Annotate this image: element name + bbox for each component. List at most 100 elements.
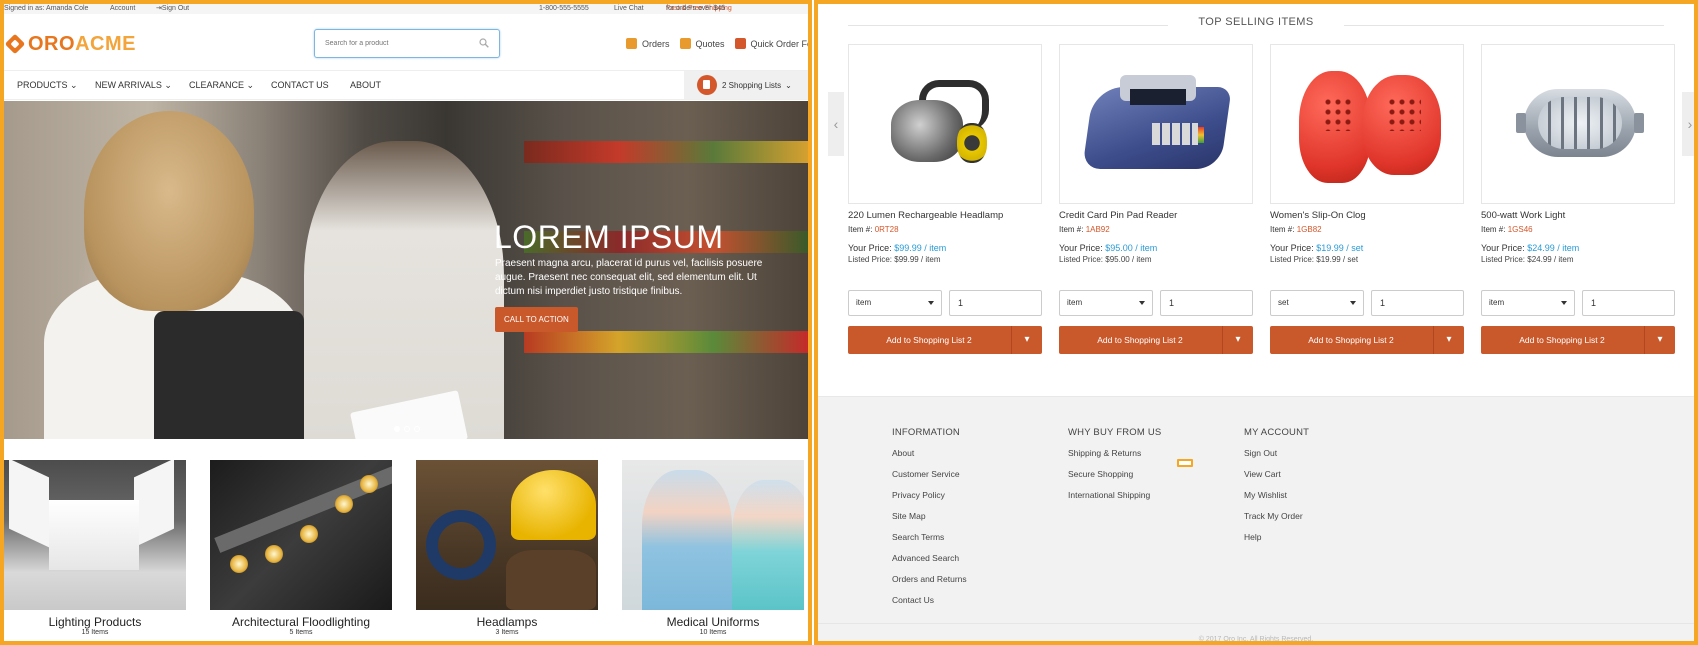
hero-title: LOREM IPSUM: [494, 219, 724, 255]
search-icon[interactable]: [479, 38, 489, 48]
search-input[interactable]: [315, 30, 465, 57]
quotes-link[interactable]: Quotes: [679, 38, 725, 49]
product-image-clog[interactable]: [1270, 44, 1464, 204]
footer-link-about[interactable]: About: [892, 447, 967, 468]
footer-link-track-my-order[interactable]: Track My Order: [1244, 510, 1309, 531]
footer-link-sign-out[interactable]: Sign Out: [1244, 447, 1309, 468]
product-image-pin-pad[interactable]: [1059, 44, 1253, 204]
product-controls: set 1: [1270, 290, 1464, 316]
footer-link-view-cart[interactable]: View Cart: [1244, 468, 1309, 489]
your-price-label: Your Price:: [1270, 243, 1314, 253]
shopping-list-dropdown-toggle[interactable]: ▾: [1434, 326, 1464, 354]
sku-label: Item #:: [1059, 225, 1084, 234]
category-card-floodlighting[interactable]: Architectural Floodlighting 5 Items: [210, 460, 392, 636]
sku-label: Item #:: [1270, 225, 1295, 234]
category-name: Medical Uniforms: [666, 615, 760, 629]
quotes-icon: [679, 38, 691, 49]
footer-link-search-terms[interactable]: Search Terms: [892, 531, 967, 552]
shopping-list-dropdown-toggle[interactable]: ▾: [1223, 326, 1253, 354]
add-button-label: Add to Shopping List 2: [1097, 335, 1183, 345]
caret-down-icon: [928, 301, 934, 305]
logo-text: OROACME: [28, 33, 136, 56]
carousel-dot[interactable]: [404, 426, 410, 432]
quantity-input[interactable]: 1: [1371, 290, 1464, 316]
add-to-shopping-list-button[interactable]: Add to Shopping List 2 ▾: [848, 326, 1042, 354]
footer-link-customer-service[interactable]: Customer Service: [892, 468, 967, 489]
call-to-action-button[interactable]: CALL TO ACTION: [495, 307, 578, 332]
main-navigation: PRODUCTS ⌄ NEW ARRIVALS ⌄ CLEARANCE ⌄ CO…: [4, 70, 808, 100]
your-price-unit: / item: [1557, 243, 1580, 253]
add-to-shopping-list-button[interactable]: Add to Shopping List 2 ▾: [1481, 326, 1675, 354]
add-button-label: Add to Shopping List 2: [1519, 335, 1605, 345]
quick-order-form-link[interactable]: Quick Order Form: [734, 38, 808, 49]
quantity-input[interactable]: 1: [1582, 290, 1675, 316]
add-to-shopping-list-button[interactable]: Add to Shopping List 2 ▾: [1270, 326, 1464, 354]
carousel-dot[interactable]: [394, 426, 400, 432]
footer-link-my-wishlist[interactable]: My Wishlist: [1244, 489, 1309, 510]
product-name[interactable]: Women's Slip-On Clog: [1270, 210, 1464, 221]
your-price-value: $24.99: [1527, 243, 1555, 253]
orders-link[interactable]: Orders: [626, 38, 670, 49]
account-link[interactable]: Account: [110, 4, 135, 14]
your-price-value: $95.00: [1105, 243, 1133, 253]
phone-number: 1-800-555-5555: [539, 5, 589, 12]
footer-link-site-map[interactable]: Site Map: [892, 510, 967, 531]
footer-link-privacy-policy[interactable]: Privacy Policy: [892, 489, 967, 510]
category-card-lighting[interactable]: Lighting Products 15 Items: [4, 460, 186, 636]
footer-link-shipping-returns[interactable]: Shipping & Returns: [1068, 447, 1161, 468]
category-name: Architectural Floodlighting: [231, 615, 371, 629]
quantity-input[interactable]: 1: [1160, 290, 1253, 316]
top-utility-bar: Signed in as: Amanda Cole Account ⇥ Sign…: [4, 4, 808, 14]
unit-select-value: set: [1278, 298, 1289, 307]
product-card: Credit Card Pin Pad Reader Item #: 1AB92…: [1059, 44, 1253, 354]
product-image-headlamp[interactable]: [848, 44, 1042, 204]
product-image-work-light[interactable]: [1481, 44, 1675, 204]
footer-link-international-shipping[interactable]: International Shipping: [1068, 489, 1161, 510]
shopping-lists-dropdown[interactable]: 2 Shopping Lists ⌄: [684, 71, 808, 99]
sku-label: Item #:: [1481, 225, 1506, 234]
footer-link-contact-us[interactable]: Contact Us: [892, 594, 967, 615]
your-price: Your Price: $24.99 / item: [1481, 243, 1675, 253]
product-controls: item 1: [848, 290, 1042, 316]
footer-why-buy-column: WHY BUY FROM US Shipping & Returns Secur…: [1068, 427, 1161, 510]
product-name[interactable]: Credit Card Pin Pad Reader: [1059, 210, 1253, 221]
category-card-medical-uniforms[interactable]: Medical Uniforms 10 Items: [622, 460, 804, 636]
live-chat-link[interactable]: Live Chat: [614, 4, 644, 14]
nav-about[interactable]: ABOUT: [350, 80, 381, 90]
footer-link-secure-shopping[interactable]: Secure Shopping: [1068, 468, 1161, 489]
carousel-dot[interactable]: [414, 426, 420, 432]
unit-select-value: item: [1067, 298, 1083, 307]
hero-text: Praesent magna arcu, placerat id purus v…: [495, 258, 763, 297]
product-name[interactable]: 220 Lumen Rechargeable Headlamp: [848, 210, 1042, 221]
nav-new-arrivals[interactable]: NEW ARRIVALS ⌄: [95, 80, 172, 91]
footer-link-advanced-search[interactable]: Advanced Search: [892, 552, 967, 573]
nav-clearance[interactable]: CLEARANCE ⌄: [189, 80, 254, 91]
unit-select[interactable]: item: [848, 290, 942, 316]
add-to-shopping-list-button[interactable]: Add to Shopping List 2 ▾: [1059, 326, 1253, 354]
product-name[interactable]: 500-watt Work Light: [1481, 210, 1675, 221]
footer-column-title: WHY BUY FROM US: [1068, 427, 1162, 438]
nav-new-arrivals-label: NEW ARRIVALS: [95, 80, 162, 90]
category-card-headlamps[interactable]: Headlamps 3 Items: [416, 460, 598, 636]
sku-value: 1AB92: [1085, 225, 1110, 234]
footer-link-orders-and-returns[interactable]: Orders and Returns: [892, 573, 967, 594]
footer-link-help[interactable]: Help: [1244, 531, 1309, 552]
shopping-list-dropdown-toggle[interactable]: ▾: [1012, 326, 1042, 354]
carousel-next-button[interactable]: ›: [1682, 92, 1694, 156]
unit-select[interactable]: set: [1270, 290, 1364, 316]
unit-select[interactable]: item: [1481, 290, 1575, 316]
quantity-input[interactable]: 1: [949, 290, 1042, 316]
unit-select[interactable]: item: [1059, 290, 1153, 316]
carousel-prev-button[interactable]: ‹: [828, 92, 844, 156]
top-selling-title: TOP SELLING ITEMS: [1198, 16, 1314, 28]
sku-value: 0RT28: [874, 225, 899, 234]
nav-products[interactable]: PRODUCTS ⌄: [17, 80, 78, 91]
orders-label: Orders: [642, 38, 670, 49]
orders-icon: [626, 38, 637, 49]
sign-out-link[interactable]: ⇥ Sign Out: [156, 4, 189, 14]
nav-contact-us[interactable]: CONTACT US: [271, 80, 329, 90]
product-search: [314, 29, 500, 58]
oroacme-logo[interactable]: OROACME: [4, 32, 136, 56]
shopping-list-icon: [697, 75, 717, 95]
shopping-list-dropdown-toggle[interactable]: ▾: [1645, 326, 1675, 354]
